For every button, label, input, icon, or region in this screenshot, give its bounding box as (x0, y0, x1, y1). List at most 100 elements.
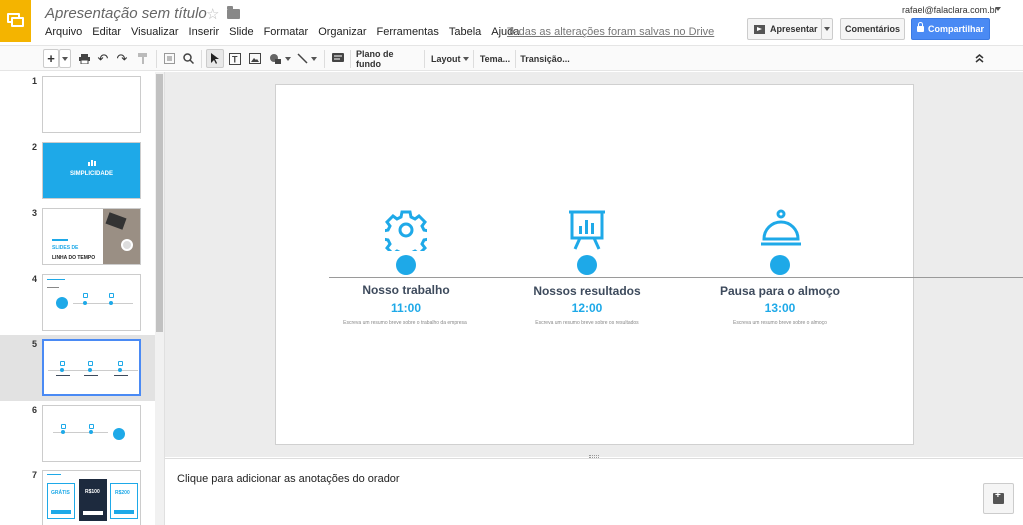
menu-ferramentas[interactable]: Ferramentas (377, 26, 444, 38)
event-description[interactable]: Escreva um resumo breve sobre os resulta… (522, 319, 652, 327)
line-dropdown[interactable] (310, 49, 318, 68)
event-title[interactable]: Nossos resultados (497, 284, 677, 298)
slide-number: 5 (32, 339, 38, 349)
transition-button[interactable]: Transição... (520, 49, 570, 68)
timeline-line[interactable] (329, 277, 1023, 278)
slide-title: SIMPLICIDADE (69, 171, 113, 177)
menu-editar[interactable]: Editar (92, 26, 126, 38)
timeline-dot[interactable] (396, 255, 416, 275)
slide-preview[interactable]: GRÁTIS R$100 R$200 (42, 470, 141, 525)
select-cursor-icon[interactable] (206, 49, 224, 68)
slide-number: 3 (32, 208, 38, 218)
present-dropdown-button[interactable] (821, 18, 833, 40)
new-slide-dropdown[interactable] (59, 49, 71, 68)
new-slide-icon[interactable]: + (43, 49, 59, 68)
timeline-dot[interactable] (577, 255, 597, 275)
event-description[interactable]: Escreva um resumo breve sobre o trabalho… (340, 319, 470, 327)
folder-icon[interactable] (227, 6, 240, 19)
theme-button[interactable]: Tema... (478, 49, 512, 68)
chevron-down-icon (463, 56, 470, 61)
menu-inserir[interactable]: Inserir (189, 26, 225, 38)
slide-title-line: SLIDES DE (52, 245, 79, 251)
comments-button[interactable]: Comentários (840, 18, 905, 40)
save-status[interactable]: Todas as alterações foram salvas no Driv… (507, 26, 714, 38)
slide-thumbnail[interactable]: 6 (0, 401, 155, 467)
share-button[interactable]: Compartilhar (911, 18, 990, 40)
menubar: Arquivo Editar Visualizar Inserir Slide … (45, 26, 529, 38)
slide-thumbnail[interactable]: 4 (0, 270, 155, 336)
menu-visualizar[interactable]: Visualizar (131, 26, 184, 38)
image-icon[interactable] (247, 49, 263, 68)
slide-number: 7 (32, 470, 38, 480)
svg-text:T: T (232, 54, 238, 64)
comment-add-icon[interactable] (330, 49, 346, 68)
slide-preview[interactable]: SIMPLICIDADE (42, 142, 141, 199)
gear-icon[interactable] (385, 209, 427, 251)
slide-preview[interactable] (42, 76, 141, 133)
shape-dropdown[interactable] (284, 49, 292, 68)
slide-number: 4 (32, 274, 38, 284)
event-description[interactable]: Escreva um resumo breve sobre o almoço (715, 319, 845, 327)
present-label: Apresentar (770, 24, 818, 34)
slide-filmstrip[interactable]: 1 2 SIMPLICIDADE 3 SLIDES DE LINHA DO TE… (0, 72, 165, 525)
slide-thumbnail[interactable]: 1 (0, 72, 155, 138)
event-time[interactable]: 12:00 (497, 301, 677, 315)
zoom-fit-icon[interactable] (162, 49, 176, 68)
current-slide[interactable]: Nosso trabalho 11:00 Escreva um resumo b… (275, 84, 1023, 445)
timeline-dot[interactable] (770, 255, 790, 275)
desk-photo (103, 209, 140, 264)
price-label: R$100 (85, 489, 100, 495)
text-box-icon[interactable]: T (227, 49, 243, 68)
redo-icon[interactable]: ↷ (115, 49, 129, 68)
paint-format-icon[interactable] (136, 49, 150, 68)
slide-preview[interactable]: SLIDES DE LINHA DO TEMPO (42, 208, 141, 265)
slide-number: 6 (32, 405, 38, 415)
present-button[interactable]: Apresentar (747, 18, 822, 40)
presentation-chart-icon[interactable] (567, 209, 607, 251)
menu-organizar[interactable]: Organizar (318, 26, 371, 38)
toolbar: + ↶ ↷ T Plano de fundo Layout Tema... Tr (0, 45, 1023, 71)
speaker-notes-panel[interactable]: Clique para adicionar as anotações do or… (165, 455, 1023, 525)
food-cloche-icon[interactable] (760, 209, 802, 249)
event-title[interactable]: Nosso trabalho (316, 283, 496, 297)
document-title[interactable]: Apresentação sem título (45, 5, 207, 22)
chevron-down-icon[interactable] (995, 7, 1001, 11)
line-icon[interactable] (295, 49, 309, 68)
scrollbar-thumb[interactable] (156, 74, 163, 332)
zoom-icon[interactable] (181, 49, 195, 68)
account-email[interactable]: rafael@falaclara.com.br (902, 5, 998, 15)
price-label: GRÁTIS (51, 490, 70, 496)
slide-title-line: LINHA DO TEMPO (52, 255, 96, 261)
event-title[interactable]: Pausa para o almoço (690, 284, 870, 298)
menu-tabela[interactable]: Tabela (449, 26, 486, 38)
slide-preview[interactable] (42, 339, 141, 396)
slide-preview[interactable] (42, 405, 141, 462)
print-icon[interactable] (77, 49, 91, 68)
slide-preview[interactable] (42, 274, 141, 331)
layout-button[interactable]: Layout (430, 49, 470, 68)
undo-icon[interactable]: ↶ (96, 49, 110, 68)
explore-button[interactable] (983, 483, 1014, 514)
background-button[interactable]: Plano de fundo (356, 49, 420, 69)
menu-formatar[interactable]: Formatar (264, 26, 314, 38)
slide-thumbnail[interactable]: 3 SLIDES DE LINHA DO TEMPO (0, 204, 155, 270)
filmstrip-scrollbar[interactable] (155, 72, 164, 525)
slide-number: 2 (32, 142, 38, 152)
menu-arquivo[interactable]: Arquivo (45, 26, 87, 38)
share-label: Compartilhar (927, 24, 984, 34)
event-time[interactable]: 13:00 (690, 301, 870, 315)
lock-icon (916, 22, 924, 32)
slide-thumbnail[interactable]: 2 SIMPLICIDADE (0, 138, 155, 204)
collapse-menus-icon[interactable] (972, 49, 986, 68)
menu-slide[interactable]: Slide (229, 26, 258, 38)
shape-icon[interactable] (266, 49, 284, 68)
layout-label: Layout (430, 53, 461, 64)
star-icon[interactable]: ☆ (206, 5, 219, 23)
slides-logo-icon[interactable] (0, 0, 31, 42)
speaker-notes-placeholder[interactable]: Clique para adicionar as anotações do or… (177, 473, 400, 485)
event-time[interactable]: 11:00 (316, 301, 496, 315)
slide-thumbnail[interactable]: 7 GRÁTIS R$100 R$200 (0, 466, 155, 525)
slide-canvas-area[interactable]: Nosso trabalho 11:00 Escreva um resumo b… (165, 72, 1023, 457)
slide-thumbnail-selected[interactable]: 5 (0, 335, 155, 401)
notes-resize-handle[interactable] (589, 455, 599, 458)
